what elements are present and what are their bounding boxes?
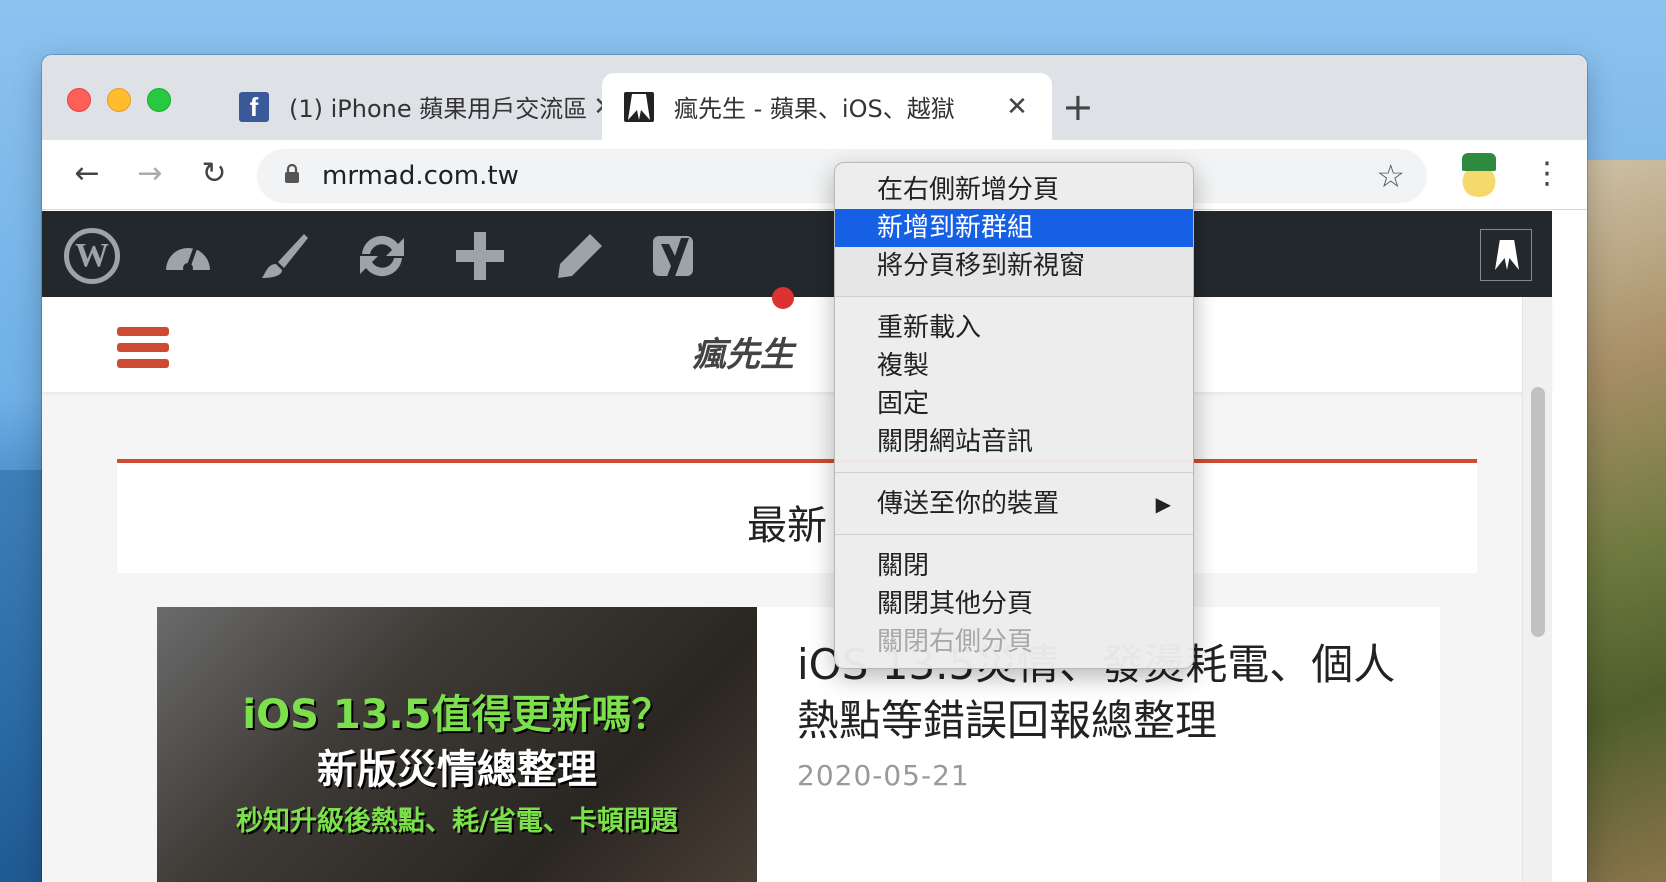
wp-admin-bar: W: [42, 211, 1552, 297]
bookmark-star-icon[interactable]: ☆: [1376, 157, 1405, 195]
site-header: 瘋先生: [42, 297, 1552, 392]
hamburger-menu-icon[interactable]: [117, 327, 169, 368]
tab-context-menu: 在右側新增分頁 新增到新群組 將分頁移到新視窗 重新載入 複製 固定 關閉網站音…: [834, 162, 1194, 669]
section-title: 最新: [747, 503, 827, 549]
dashboard-gauge-icon[interactable]: [160, 228, 216, 284]
menu-item-new-tab-right[interactable]: 在右側新增分頁: [835, 171, 1193, 209]
menu-item-reload[interactable]: 重新載入: [835, 309, 1193, 347]
profile-avatar[interactable]: [1457, 153, 1501, 197]
new-tab-icon[interactable]: +: [1062, 85, 1094, 129]
menu-item-close-other-tabs[interactable]: 關閉其他分頁: [835, 585, 1193, 623]
close-window-button[interactable]: [67, 88, 91, 112]
post-date: 2020-05-21: [797, 759, 970, 792]
minimize-window-button[interactable]: [107, 88, 131, 112]
menu-item-duplicate[interactable]: 複製: [835, 347, 1193, 385]
post-card-inner[interactable]: iOS 13.5值得更新嗎？ 新版災情總整理 秒知升級後熱點、耗/省電、卡頓問題…: [157, 607, 1440, 882]
thumbnail-line-3: 秒知升級後熱點、耗/省電、卡頓問題: [236, 806, 678, 837]
scrollbar-thumb[interactable]: [1531, 387, 1545, 637]
tab-mrmad[interactable]: 瘋先生 - 蘋果、iOS、越獄 ✕: [602, 73, 1052, 140]
add-new-plus-icon[interactable]: [452, 228, 508, 284]
menu-item-pin[interactable]: 固定: [835, 385, 1193, 423]
tab-title: (1) iPhone 蘋果用戶交流區: [289, 95, 588, 123]
menu-item-label: 傳送至你的裝置: [877, 489, 1060, 519]
menu-kebab-icon[interactable]: ⋮: [1532, 156, 1562, 191]
tab-strip: f (1) iPhone 蘋果用戶交流區 ✕ 瘋先生 - 蘋果、iOS、越獄 ✕…: [42, 55, 1587, 140]
yoast-seo-icon[interactable]: [647, 228, 703, 284]
back-icon[interactable]: ←: [67, 154, 107, 194]
updates-sync-icon[interactable]: [352, 228, 408, 284]
reload-icon[interactable]: ↻: [194, 154, 234, 194]
browser-window: f (1) iPhone 蘋果用戶交流區 ✕ 瘋先生 - 蘋果、iOS、越獄 ✕…: [42, 55, 1587, 882]
tab-close-icon[interactable]: ✕: [1002, 92, 1032, 122]
page-scrollbar[interactable]: [1522, 297, 1552, 882]
menu-item-move-to-new-window[interactable]: 將分頁移到新視窗: [835, 247, 1193, 285]
site-logo[interactable]: 瘋先生: [692, 327, 794, 376]
latest-section-header: 最新: [117, 459, 1477, 573]
menu-item-close[interactable]: 關閉: [835, 547, 1193, 585]
customize-brush-icon[interactable]: [256, 228, 312, 284]
url-text: mrmad.com.tw: [322, 161, 519, 191]
edit-pencil-icon[interactable]: [552, 228, 608, 284]
menu-separator: [835, 296, 1193, 297]
admin-user-avatar[interactable]: [1480, 229, 1532, 281]
browser-toolbar: ← → ↻ mrmad.com.tw ☆ ⋮: [42, 140, 1587, 210]
menu-item-send-to-device[interactable]: 傳送至你的裝置 ▶: [835, 485, 1193, 523]
menu-item-mute-site[interactable]: 關閉網站音訊: [835, 423, 1193, 461]
page-content: 瘋先生 最新 iOS 13.5值得更新嗎？ 新版災情總整理 秒知升級後熱點、耗/…: [42, 297, 1552, 882]
lock-icon[interactable]: [284, 163, 314, 189]
forward-icon[interactable]: →: [130, 154, 170, 194]
menu-separator: [835, 534, 1193, 535]
facebook-icon: f: [239, 91, 269, 122]
mrmad-icon: [624, 91, 654, 122]
post-card: iOS 13.5值得更新嗎？ 新版災情總整理 秒知升級後熱點、耗/省電、卡頓問題…: [117, 597, 1477, 882]
thumbnail-line-2: 新版災情總整理: [317, 747, 597, 793]
menu-item-close-tabs-right: 關閉右側分頁: [877, 627, 1034, 657]
seo-status-dot: [772, 287, 794, 309]
desktop-wallpaper-sea: [0, 470, 44, 882]
tab-facebook[interactable]: f (1) iPhone 蘋果用戶交流區 ✕: [217, 73, 637, 140]
menu-item-add-to-new-group[interactable]: 新增到新群組: [835, 209, 1193, 247]
post-thumbnail[interactable]: iOS 13.5值得更新嗎？ 新版災情總整理 秒知升級後熱點、耗/省電、卡頓問題: [157, 607, 757, 882]
menu-separator: [835, 472, 1193, 473]
submenu-arrow-icon: ▶: [1155, 492, 1171, 516]
tab-title: 瘋先生 - 蘋果、iOS、越獄: [674, 95, 955, 123]
thumbnail-line-1: iOS 13.5值得更新嗎？: [242, 692, 672, 738]
wordpress-icon[interactable]: W: [64, 228, 120, 284]
zoom-window-button[interactable]: [147, 88, 171, 112]
